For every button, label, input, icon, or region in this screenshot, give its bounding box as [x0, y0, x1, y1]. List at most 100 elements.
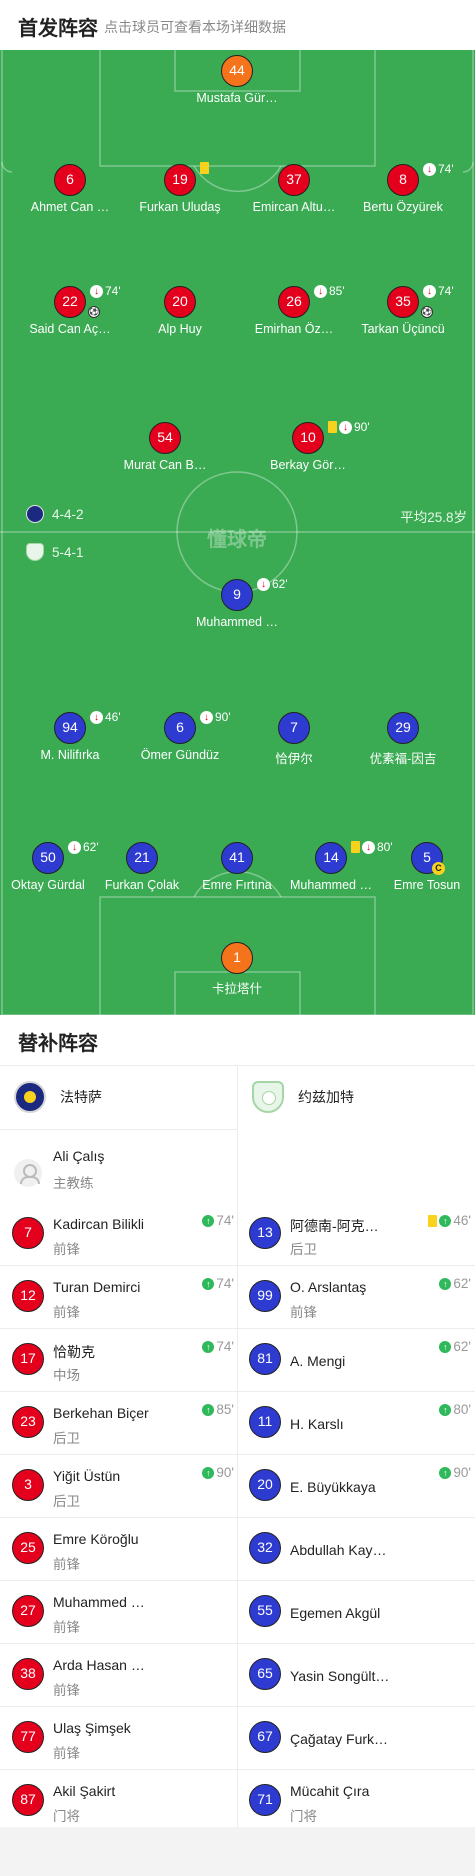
away-substitute[interactable]: 13 阿德南-阿克… 后卫 ↑ 46'	[249, 1203, 475, 1263]
player-events: ↓ 74'	[423, 162, 454, 176]
away-player[interactable]: 6 Ömer Gündüz ↓ 90'	[120, 710, 240, 772]
home-player[interactable]: 37 Emircan Altu…	[234, 164, 354, 224]
home-substitute[interactable]: 23 Berkehan Biçer 后卫 ↑ 85'	[12, 1392, 242, 1452]
captain-icon: C	[432, 862, 445, 875]
home-team-header[interactable]: 法特萨	[14, 1081, 102, 1113]
substitute-position: 后卫	[290, 1242, 317, 1257]
substitute-number-badge: 38	[12, 1658, 44, 1690]
substitute-number-badge: 17	[12, 1343, 44, 1375]
player-number-badge: 20	[164, 286, 196, 318]
home-team-logo-icon	[26, 505, 44, 523]
player-name: Ahmet Can …	[30, 200, 110, 214]
away-substitute[interactable]: 67 Çağatay Furk…	[249, 1707, 475, 1767]
home-player[interactable]: 19 Furkan Uludaş	[120, 162, 240, 224]
player-name: Furkan Uludaş	[139, 200, 221, 214]
home-player[interactable]: 54 Murat Can B…	[105, 422, 225, 482]
substitute-name: Ulaş Şimşek	[53, 1720, 131, 1736]
sub-in-minute: 62'	[453, 1339, 471, 1354]
away-player[interactable]: 7 恰伊尔	[234, 712, 354, 772]
substitute-events: ↑ 62'	[439, 1339, 471, 1354]
sub-out-minute: 90'	[354, 420, 370, 434]
home-coach[interactable]: Ali Çalış 主教练	[14, 1143, 234, 1203]
substitute-number-badge: 27	[12, 1595, 44, 1627]
home-player[interactable]: 10 Berkay Gör… ↓ 90'	[248, 420, 370, 482]
player-name: Tarkan Üçüncü	[361, 322, 445, 336]
away-player[interactable]: 1 卡拉塔什	[177, 942, 297, 1002]
sub-out-minute: 90'	[215, 710, 231, 724]
player-number-badge: 54	[149, 422, 181, 454]
sub-in-icon: ↑	[202, 1466, 215, 1479]
home-formation-label: 4-4-2	[52, 506, 84, 522]
player-number-badge: 10	[292, 422, 324, 454]
player-number-badge: 29	[387, 712, 419, 744]
away-substitute[interactable]: 99 O. Arslantaş 前锋 ↑ 62'	[249, 1266, 475, 1326]
substitute-number-badge: 3	[12, 1469, 44, 1501]
substitute-name: Çağatay Furk…	[290, 1731, 389, 1747]
substitute-position: 中场	[53, 1368, 80, 1383]
player-number-badge: 14	[315, 842, 347, 874]
home-substitute[interactable]: 12 Turan Demirci 前锋 ↑ 74'	[12, 1266, 242, 1326]
substitute-position: 前锋	[53, 1620, 80, 1635]
lineup-title: 首发阵容	[18, 18, 98, 40]
substitute-position: 后卫	[53, 1494, 80, 1509]
watermark: 懂球帝	[207, 529, 267, 551]
home-player[interactable]: 6 Ahmet Can …	[10, 164, 130, 224]
player-number-badge: 37	[278, 164, 310, 196]
away-substitute[interactable]: 71 Mücahit Çıra 门将	[249, 1770, 475, 1830]
goal-ball-icon: ⚽	[88, 306, 100, 318]
substitute-events: ↑ 90'	[439, 1465, 471, 1480]
home-player[interactable]: 8 Bertu Özyürek ↓ 74'	[343, 162, 463, 224]
home-substitute[interactable]: 27 Muhammed … 前锋	[12, 1581, 242, 1641]
sub-out-icon: ↓	[68, 840, 81, 854]
player-events: ↓ 74'	[423, 284, 454, 298]
away-player[interactable]: 5 Emre Tosun C	[367, 842, 475, 902]
home-player[interactable]: 22 Said Can Aç… ↓ 74' ⚽	[10, 284, 130, 346]
home-substitute[interactable]: 25 Emre Köroğlu 前锋	[12, 1518, 242, 1578]
away-substitute[interactable]: 81 A. Mengi ↑ 62'	[249, 1329, 475, 1389]
away-substitute[interactable]: 65 Yasin Songült…	[249, 1644, 475, 1704]
player-name: 优素福-因吉	[369, 752, 437, 766]
home-player[interactable]: 35 Tarkan Üçüncü ↓ 74' ⚽	[343, 284, 463, 346]
substitute-number-badge: 99	[249, 1280, 281, 1312]
away-player[interactable]: 29 优素福-因吉	[343, 712, 463, 772]
substitute-number-badge: 71	[249, 1784, 281, 1816]
sub-in-minute: 62'	[453, 1276, 471, 1291]
away-substitute[interactable]: 20 E. Büyükkaya ↑ 90'	[249, 1455, 475, 1515]
player-number-badge: 22	[54, 286, 86, 318]
home-player[interactable]: 20 Alp Huy	[120, 286, 240, 346]
player-number-badge: 9	[221, 579, 253, 611]
player-name: Muhammed …	[196, 615, 278, 629]
substitute-name: Muhammed …	[53, 1594, 145, 1610]
player-events: ↓ 90'	[328, 420, 370, 434]
coach-name: Ali Çalış	[53, 1148, 105, 1164]
home-substitute[interactable]: 87 Akil Şakirt 门将	[12, 1770, 242, 1830]
substitute-number-badge: 32	[249, 1532, 281, 1564]
away-team-header[interactable]: 约兹加特	[252, 1081, 354, 1113]
home-substitute[interactable]: 77 Ulaş Şimşek 前锋	[12, 1707, 242, 1767]
substitute-events: ↑ 74'	[202, 1213, 234, 1228]
away-substitute[interactable]: 32 Abdullah Kay…	[249, 1518, 475, 1578]
player-name: Emre Tosun	[393, 878, 461, 892]
away-player[interactable]: 9 Muhammed … ↓ 62'	[177, 577, 297, 639]
player-number-badge: 21	[126, 842, 158, 874]
away-formation-label: 5-4-1	[52, 544, 84, 560]
sub-out-minute: 46'	[105, 710, 121, 724]
substitute-events: ↑ 46'	[428, 1213, 471, 1228]
away-team-name: 约兹加特	[298, 1089, 354, 1105]
away-player[interactable]: 94 M. Nilifırka ↓ 46'	[10, 710, 130, 772]
sub-in-icon: ↑	[202, 1403, 215, 1416]
player-events	[200, 162, 209, 174]
home-substitute[interactable]: 17 恰勒克 中场 ↑ 74'	[12, 1329, 242, 1389]
home-substitute[interactable]: 38 Arda Hasan … 前锋	[12, 1644, 242, 1704]
player-events: ↓ 62'	[257, 577, 288, 591]
substitutes-panel: 替补阵容 法特萨 约兹加特 Ali Çalış 主教练 7 Kadircan Bi…	[0, 1015, 475, 1833]
player-number-badge: 35	[387, 286, 419, 318]
home-player[interactable]: 44 Mustafa Gür…	[177, 55, 297, 115]
home-player[interactable]: 26 Emirhan Öz… ↓ 85'	[234, 284, 354, 346]
home-substitute[interactable]: 3 Yiğit Üstün 后卫 ↑ 90'	[12, 1455, 242, 1515]
player-name: Ömer Gündüz	[140, 748, 220, 762]
away-substitute[interactable]: 55 Egemen Akgül	[249, 1581, 475, 1641]
player-number-badge: 6	[164, 712, 196, 744]
away-substitute[interactable]: 11 H. Karslı ↑ 80'	[249, 1392, 475, 1452]
home-substitute[interactable]: 7 Kadircan Bilikli 前锋 ↑ 74'	[12, 1203, 242, 1263]
